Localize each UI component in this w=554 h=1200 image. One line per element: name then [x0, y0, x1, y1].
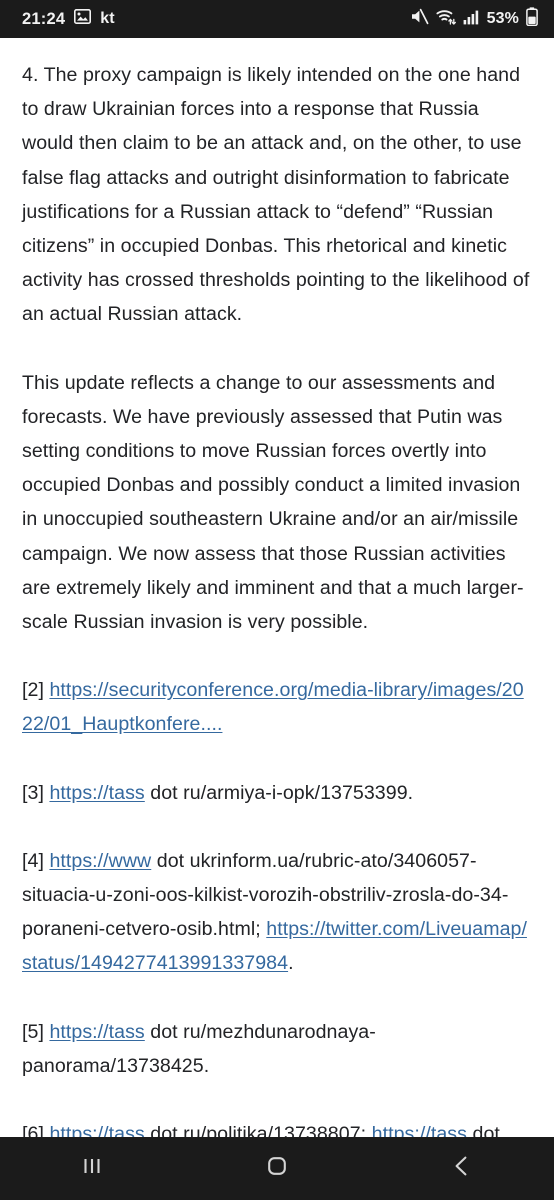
recents-icon [79, 1153, 105, 1184]
para-update-assessment: This update reflects a change to our ass… [22, 366, 532, 640]
para-ref-4: [4] https://www dot ukrinform.ua/rubric-… [22, 844, 532, 981]
article-text: dot ru/armiya-i-opk/13753399. [144, 781, 414, 804]
article-text: [2] [22, 679, 50, 702]
back-chevron-icon [449, 1153, 475, 1184]
article-link[interactable]: https://tass [49, 1021, 144, 1043]
volume-mute-icon [410, 8, 429, 30]
recents-button[interactable] [42, 1137, 142, 1200]
home-button[interactable] [227, 1137, 327, 1200]
article-text: . [288, 952, 294, 975]
article-text: [3] [22, 781, 50, 804]
article-text: [5] [22, 1020, 50, 1043]
back-button[interactable] [412, 1137, 512, 1200]
android-navigation-bar[interactable] [0, 1137, 554, 1200]
home-icon [264, 1153, 290, 1184]
article-content[interactable]: 4. The proxy campaign is likely intended… [0, 38, 554, 1137]
carrier-label: kt [100, 10, 115, 27]
image-icon [74, 9, 92, 29]
para-proxy-campaign: 4. The proxy campaign is likely intended… [22, 58, 532, 332]
article-text: 4. The proxy campaign is likely intended… [22, 64, 530, 326]
wifi-data-icon [436, 8, 456, 30]
para-ref-3: [3] https://tass dot ru/armiya-i-opk/137… [22, 776, 532, 810]
battery-icon [526, 7, 538, 31]
status-bar-clock: 21:24 [22, 9, 66, 28]
status-bar-left: 21:24 kt [22, 9, 115, 29]
para-ref-2: [2] https://securityconference.org/media… [22, 673, 532, 741]
article-text: [4] [22, 849, 50, 872]
article-text: [6] [22, 1123, 50, 1137]
status-bar[interactable]: 21:24 kt 53% [0, 0, 554, 38]
article-link[interactable]: https://www [49, 850, 151, 872]
status-bar-right: 53% [410, 7, 538, 31]
article-text: dot ru/politika/13738807; [144, 1123, 372, 1137]
article-text: This update reflects a change to our ass… [22, 371, 524, 634]
para-ref-6: [6] https://tass dot ru/politika/1373880… [22, 1117, 532, 1137]
cellular-signal-icon [463, 9, 480, 30]
para-ref-5: [5] https://tass dot ru/mezhdunarodnaya-… [22, 1015, 532, 1083]
article-link[interactable]: https://tass [372, 1123, 467, 1137]
battery-percent-label: 53% [486, 10, 519, 27]
article-link[interactable]: https://tass [49, 1123, 144, 1137]
article-link[interactable]: https://tass [49, 782, 144, 804]
article-link[interactable]: https://securityconference.org/media-lib… [22, 679, 524, 735]
